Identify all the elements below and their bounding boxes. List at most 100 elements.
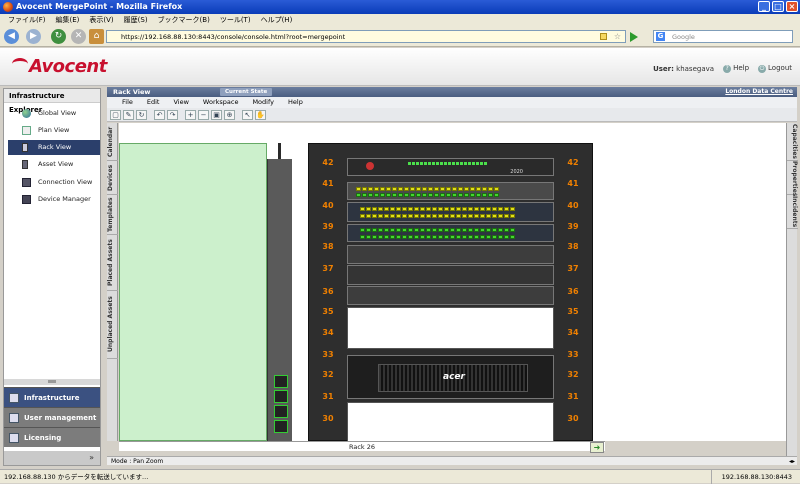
tab-calendar[interactable]: Calendar bbox=[107, 123, 118, 161]
switch-device-u42[interactable]: 2020 bbox=[347, 158, 554, 176]
scroll-arrows-icon[interactable]: ◂▸ bbox=[789, 457, 795, 466]
menu-file[interactable]: ファイル(F) bbox=[3, 14, 51, 27]
menu-edit[interactable]: 編集(E) bbox=[51, 14, 85, 27]
network-port bbox=[462, 207, 467, 211]
rack-unit-number: 31 bbox=[322, 392, 334, 401]
nav-infrastructure-explorer[interactable]: Infrastructure Explo... bbox=[4, 387, 100, 422]
rv-menu-edit[interactable]: Edit bbox=[140, 97, 167, 108]
reload-icon[interactable]: ↻ bbox=[51, 29, 66, 44]
network-port bbox=[410, 193, 415, 197]
network-port bbox=[402, 228, 407, 232]
network-port bbox=[404, 187, 409, 191]
network-port bbox=[464, 193, 469, 197]
rv-menu-view[interactable]: View bbox=[166, 97, 195, 108]
tab-placed-assets[interactable]: Placed Assets bbox=[107, 235, 118, 291]
back-arrow-icon[interactable]: ◀ bbox=[4, 29, 19, 44]
switch-device-u40[interactable] bbox=[347, 202, 554, 222]
network-port bbox=[504, 207, 509, 211]
tab-properties[interactable]: Properties bbox=[787, 161, 798, 196]
navigation-toolbar: ◀ ▶ ↻ ✕ ⌂ https://192.168.88.130:8443/co… bbox=[0, 27, 800, 47]
right-vertical-tabs: Capacities Properties Incidents bbox=[786, 123, 798, 458]
datacenter-link[interactable]: London Data Centre bbox=[725, 87, 793, 97]
forward-arrow-icon[interactable]: ▶ bbox=[26, 29, 41, 44]
network-port bbox=[372, 207, 377, 211]
network-port bbox=[362, 187, 367, 191]
server-device-u38[interactable] bbox=[347, 245, 554, 264]
sidebar-item-plan-view[interactable]: Plan View bbox=[8, 123, 100, 138]
network-port bbox=[474, 235, 479, 239]
search-engine-icon[interactable]: G bbox=[656, 32, 665, 41]
menu-tools[interactable]: ツール(T) bbox=[215, 14, 256, 27]
sidebar-item-connection-view[interactable]: Connection View bbox=[8, 175, 100, 190]
close-button[interactable]: × bbox=[786, 1, 798, 12]
network-port bbox=[372, 235, 377, 239]
logout-link[interactable]: ⏻ Logout bbox=[758, 64, 792, 73]
network-port bbox=[458, 187, 463, 191]
tab-unplaced-assets[interactable]: Unplaced Assets bbox=[107, 291, 118, 359]
empty-slot-u31-u30[interactable] bbox=[347, 402, 554, 441]
new-doc-icon[interactable]: ▢ bbox=[110, 110, 121, 120]
home-icon[interactable]: ⌂ bbox=[89, 29, 104, 44]
menu-view[interactable]: 表示(V) bbox=[84, 14, 118, 27]
menu-bookmarks[interactable]: ブックマーク(B) bbox=[153, 14, 215, 27]
window-title: Avocent MergePoint - Mozilla Firefox bbox=[16, 2, 183, 11]
sidebar-item-rack-view[interactable]: Rack View bbox=[8, 140, 100, 155]
zoom-fit-icon[interactable]: ▣ bbox=[211, 110, 222, 120]
rack-canvas[interactable]: 42 42 41 41 40 40 39 39 38 38 37 37 36 36 35 35 34 34 33 33… bbox=[119, 123, 786, 441]
menu-help[interactable]: ヘルプ(H) bbox=[256, 14, 298, 27]
pan-hand-icon[interactable]: ✋ bbox=[255, 110, 266, 120]
refresh-icon[interactable]: ↻ bbox=[136, 110, 147, 120]
tab-templates[interactable]: Templates bbox=[107, 195, 118, 235]
network-port bbox=[414, 228, 419, 232]
network-port bbox=[468, 207, 473, 211]
nav-user-management[interactable]: User management bbox=[4, 407, 100, 427]
tab-capacities[interactable]: Capacities bbox=[787, 123, 798, 161]
network-port bbox=[374, 193, 379, 197]
expand-chevron-icon[interactable]: » bbox=[4, 451, 100, 465]
server-device-u37[interactable] bbox=[347, 265, 554, 285]
go-icon[interactable] bbox=[630, 32, 638, 42]
navigate-arrow-icon[interactable]: ➜ bbox=[590, 442, 604, 453]
help-link[interactable]: ? Help bbox=[723, 64, 749, 73]
url-bar[interactable]: https://192.168.88.130:8443/console/cons… bbox=[106, 30, 626, 43]
star-icon[interactable]: ☆ bbox=[614, 31, 621, 43]
zoom-in-icon[interactable]: + bbox=[185, 110, 196, 120]
empty-slot-u35-u34[interactable] bbox=[347, 307, 554, 349]
tab-incidents[interactable]: Incidents bbox=[787, 195, 798, 229]
network-port bbox=[396, 228, 401, 232]
redo-icon[interactable]: ↷ bbox=[167, 110, 178, 120]
switch-device-u41[interactable] bbox=[347, 182, 554, 200]
sidebar-splitter[interactable] bbox=[4, 379, 100, 385]
undo-icon[interactable]: ↶ bbox=[154, 110, 165, 120]
lock-icon[interactable] bbox=[600, 33, 607, 40]
sidebar-item-global-view[interactable]: Global View bbox=[8, 106, 100, 121]
network-port bbox=[482, 187, 487, 191]
rack-enclosure[interactable]: 42 42 41 41 40 40 39 39 38 38 37 37 36 36 35 35 34 34 33 33… bbox=[308, 143, 593, 441]
switch-device-u39[interactable] bbox=[347, 224, 554, 242]
menu-history[interactable]: 履歴(S) bbox=[119, 14, 153, 27]
server-device-acer[interactable]: acer bbox=[347, 355, 554, 399]
tab-devices[interactable]: Devices bbox=[107, 161, 118, 195]
nav-licensing[interactable]: Licensing bbox=[4, 427, 100, 447]
rv-menu-workspace[interactable]: Workspace bbox=[196, 97, 246, 108]
sidebar-item-asset-view[interactable]: Asset View bbox=[8, 157, 100, 172]
rack-unit-number: 42 bbox=[567, 158, 579, 167]
rv-menu-file[interactable]: File bbox=[115, 97, 140, 108]
stop-icon[interactable]: ✕ bbox=[71, 29, 86, 44]
sidebar-item-device-manager[interactable]: Device Manager bbox=[8, 192, 100, 207]
server-device-u36[interactable] bbox=[347, 286, 554, 305]
network-port bbox=[504, 228, 509, 232]
pointer-icon[interactable]: ↖ bbox=[242, 110, 253, 120]
edit-icon[interactable]: ✎ bbox=[123, 110, 134, 120]
network-port bbox=[498, 214, 503, 218]
rv-menu-help[interactable]: Help bbox=[281, 97, 310, 108]
rackview-title: Rack View bbox=[113, 88, 151, 96]
minimize-button[interactable]: _ bbox=[758, 1, 770, 12]
state-badge[interactable]: Current State bbox=[220, 88, 273, 96]
rv-menu-modify[interactable]: Modify bbox=[245, 97, 281, 108]
search-input[interactable]: G Google bbox=[653, 30, 793, 43]
maximize-button[interactable]: □ bbox=[772, 1, 784, 12]
zoom-out-icon[interactable]: − bbox=[198, 110, 209, 120]
zoom-area-icon[interactable]: ⊕ bbox=[224, 110, 235, 120]
network-port bbox=[444, 228, 449, 232]
